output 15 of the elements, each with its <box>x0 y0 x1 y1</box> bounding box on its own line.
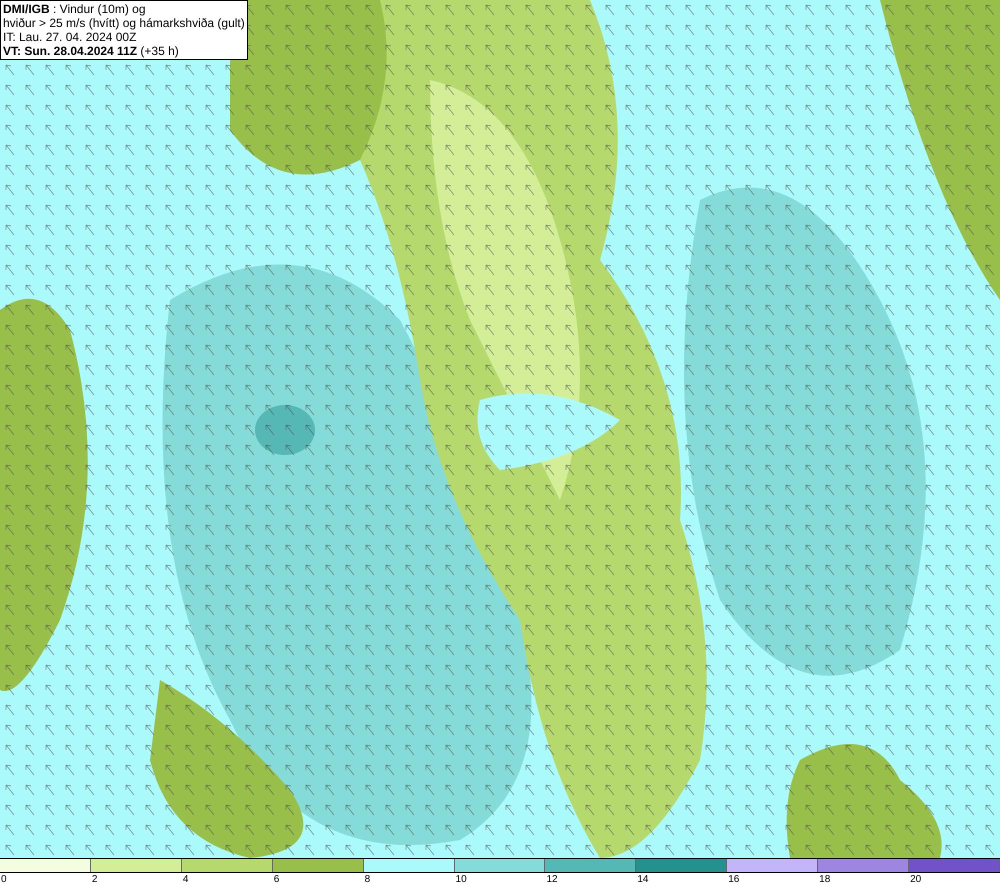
legend-label: 18 <box>819 874 830 885</box>
legend-label: 6 <box>274 874 280 885</box>
legend-label: 20 <box>910 874 922 885</box>
legend-label: 12 <box>546 874 558 885</box>
legend-label: 16 <box>728 874 740 885</box>
title-line: hviður > 25 m/s (hvítt) og hámarkshviða (gult) <box>3 16 245 30</box>
legend-label: 2 <box>92 874 98 885</box>
legend-label: 0 <box>1 874 7 885</box>
title-line: DMI/IGB : Vindur (10m) og <box>3 2 146 16</box>
title-line: VT: Sun. 28.04.2024 11Z (+35 h) <box>3 44 180 58</box>
legend-label: 8 <box>364 874 370 885</box>
title-line: IT: Lau. 27. 04. 2024 00Z <box>3 30 138 44</box>
legend-label: 4 <box>182 874 188 885</box>
legend-label: 10 <box>456 874 467 885</box>
legend-label: 14 <box>637 874 648 885</box>
